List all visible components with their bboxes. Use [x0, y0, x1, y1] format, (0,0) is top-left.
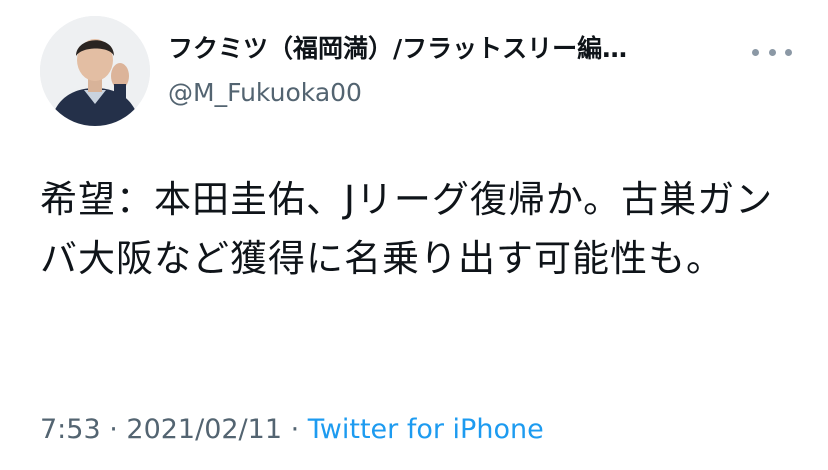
- dot-icon: [768, 48, 776, 56]
- meta-separator: ·: [282, 414, 308, 445]
- display-name[interactable]: フクミツ（福岡満）/フラットスリー編…: [168, 32, 728, 66]
- meta-separator: ·: [100, 414, 127, 445]
- user-handle[interactable]: @M_Fukuoka00: [168, 76, 362, 110]
- more-options-icon[interactable]: [752, 42, 792, 62]
- tweet-time[interactable]: 7:53: [40, 414, 101, 445]
- tweet-metadata: 7:53 · 2021/02/11 · Twitter for iPhone: [40, 412, 544, 448]
- avatar[interactable]: [40, 16, 150, 126]
- tweet-date[interactable]: 2021/02/11: [126, 414, 282, 445]
- dot-icon: [785, 48, 792, 56]
- dot-icon: [752, 48, 759, 56]
- tweet-card: フクミツ（福岡満）/フラットスリー編… @M_Fukuoka00 希望：本田圭佑…: [0, 0, 828, 470]
- tweet-text: 希望：本田圭佑、Jリーグ復帰か。古巣ガンバ大阪など獲得に名乗り出す可能性も。: [40, 178, 774, 280]
- tweet-source-link[interactable]: Twitter for iPhone: [308, 414, 544, 445]
- avatar-photo-image: [40, 16, 150, 126]
